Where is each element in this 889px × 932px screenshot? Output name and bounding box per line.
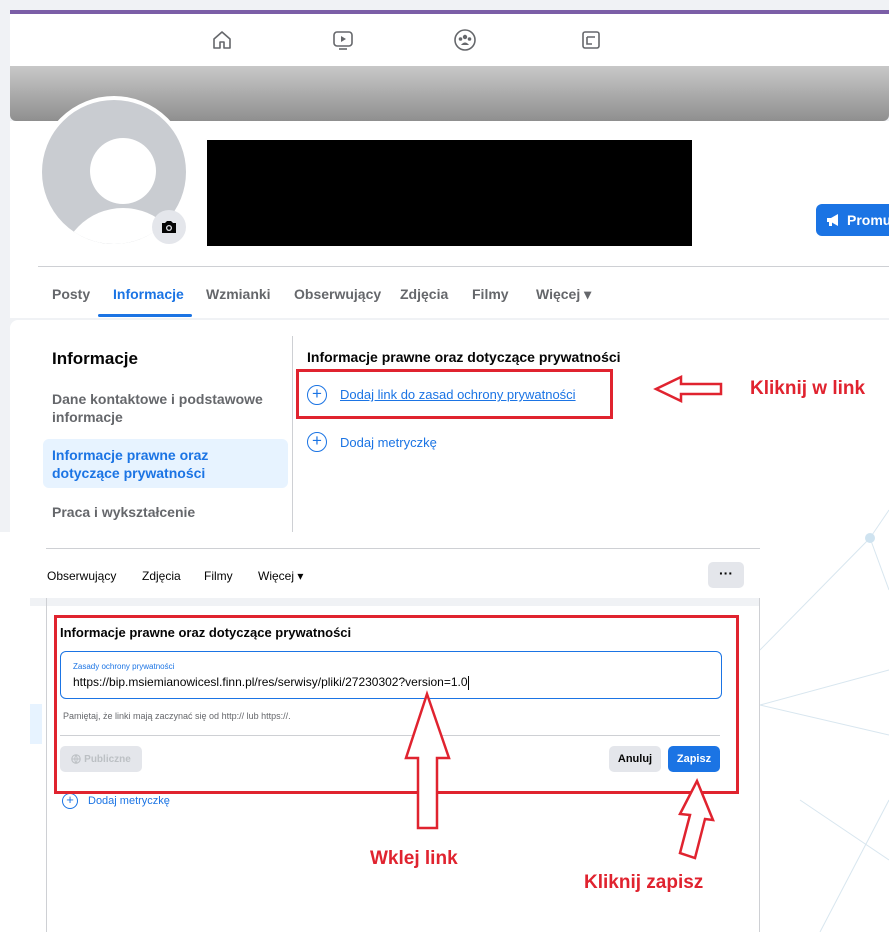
tab-videos[interactable]: Filmy xyxy=(472,286,509,302)
promote-button[interactable]: Promuj xyxy=(816,204,889,236)
active-tab-indicator xyxy=(98,314,192,317)
about-divider xyxy=(292,336,293,532)
home-icon[interactable] xyxy=(210,28,234,52)
tab-more[interactable]: Więcej ▾ xyxy=(536,286,591,303)
tab-more[interactable]: Więcej ▾ xyxy=(258,569,303,583)
add-imprint-link[interactable]: Dodaj metryczkę xyxy=(88,795,170,807)
groups-icon[interactable] xyxy=(453,28,477,52)
tab-posts[interactable]: Posty xyxy=(52,286,90,302)
decorative-network-background xyxy=(760,509,889,932)
tab-followers[interactable]: Obserwujący xyxy=(294,286,381,302)
sidebar-active-highlight xyxy=(30,704,42,744)
more-options-button[interactable]: ··· xyxy=(708,562,744,588)
tab-mentions[interactable]: Wzmianki xyxy=(206,286,271,302)
camera-icon[interactable] xyxy=(152,210,186,244)
top-screenshot: Promuj Posty Informacje Wzmianki Obserwu… xyxy=(0,0,889,532)
pages-icon[interactable] xyxy=(579,28,603,52)
tabs-divider xyxy=(38,266,889,267)
sidebar-item-contact[interactable]: Dane kontaktowe i podstawowe informacje xyxy=(52,390,272,426)
annotation-click-link: Kliknij w link xyxy=(750,378,866,399)
redacted-name-block xyxy=(207,140,692,246)
sidebar-item-work[interactable]: Praca i wykształcenie xyxy=(52,503,195,521)
plus-circle-icon[interactable]: + xyxy=(62,793,78,809)
top-navbar xyxy=(10,14,889,66)
sidebar-item-legal[interactable]: Informacje prawne oraz dotyczące prywatn… xyxy=(52,446,277,482)
tab-photos[interactable]: Zdjęcia xyxy=(142,569,181,583)
highlight-box-form xyxy=(54,615,739,794)
tab-followers[interactable]: Obserwujący xyxy=(47,569,116,583)
highlight-box-link xyxy=(296,369,613,419)
bottom-top-divider xyxy=(46,548,760,549)
tab-about[interactable]: Informacje xyxy=(113,286,184,302)
section-title: Informacje prawne oraz dotyczące prywatn… xyxy=(307,349,621,365)
video-icon[interactable] xyxy=(331,28,355,52)
annotation-paste-link: Wklej link xyxy=(370,848,458,869)
add-imprint-link[interactable]: Dodaj metryczkę xyxy=(340,435,437,450)
annotation-click-save: Kliknij zapisz xyxy=(584,872,704,893)
plus-circle-icon[interactable]: + xyxy=(307,432,327,452)
about-title: Informacje xyxy=(52,349,138,368)
megaphone-icon xyxy=(827,214,838,226)
tab-videos[interactable]: Filmy xyxy=(204,569,233,583)
tab-photos[interactable]: Zdjęcia xyxy=(400,286,448,302)
